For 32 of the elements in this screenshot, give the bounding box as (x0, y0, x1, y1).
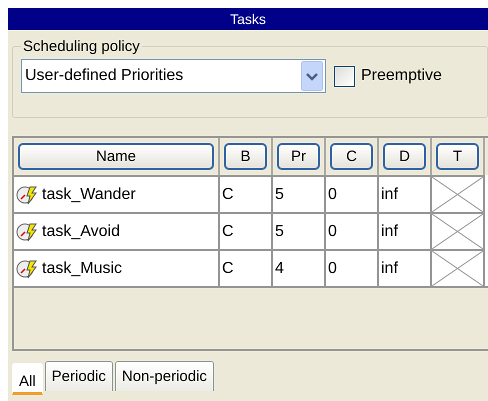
clock-lightning-icon (16, 222, 38, 242)
tab[interactable]: All (12, 363, 43, 395)
column-header[interactable]: Name (18, 143, 214, 170)
clock-lightning-icon (16, 258, 38, 278)
group-label: Scheduling policy (22, 38, 141, 55)
table-cell: 0 (328, 260, 337, 278)
tab[interactable]: Non-periodic (114, 361, 214, 391)
table-cell: inf (381, 222, 398, 240)
clock-lightning-icon (16, 184, 38, 204)
table-cell: 0 (328, 222, 337, 240)
table-cell: 0 (328, 186, 337, 204)
preemptive-checkbox[interactable] (334, 66, 355, 86)
column-header[interactable]: B (224, 143, 267, 170)
column-header[interactable]: C (330, 143, 373, 170)
column-header[interactable]: Pr (277, 143, 320, 170)
tab[interactable]: Periodic (44, 361, 113, 391)
table-cell: inf (381, 186, 398, 204)
column-header[interactable]: T (436, 143, 479, 170)
table-cell: C (222, 186, 234, 204)
table-cell: task_Music (42, 260, 122, 278)
table-cell: task_Wander (42, 186, 136, 204)
window-title: Tasks (8, 8, 488, 30)
column-header[interactable]: D (383, 143, 426, 170)
table-cell: 5 (275, 186, 284, 204)
table-cell: C (222, 260, 234, 278)
policy-dropdown[interactable]: User-defined Priorities (21, 59, 326, 93)
table-cell: inf (381, 260, 398, 278)
table-cell: 4 (275, 260, 284, 278)
table-cell: 5 (275, 222, 284, 240)
preemptive-label: Preemptive (361, 67, 442, 85)
table-cell: task_Avoid (42, 222, 120, 240)
table-cell: C (222, 222, 234, 240)
